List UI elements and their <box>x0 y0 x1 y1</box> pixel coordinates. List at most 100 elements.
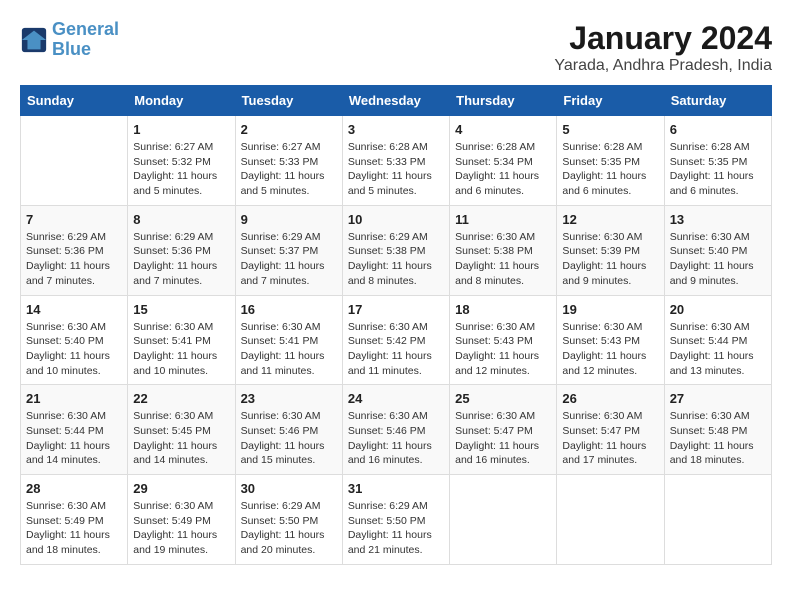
calendar-cell: 28 Sunrise: 6:30 AM Sunset: 5:49 PM Dayli… <box>21 475 128 565</box>
day-number: 27 <box>670 391 766 406</box>
day-number: 5 <box>562 122 658 137</box>
day-info: Sunrise: 6:28 AM Sunset: 5:35 PM Dayligh… <box>562 140 658 199</box>
day-info: Sunrise: 6:30 AM Sunset: 5:40 PM Dayligh… <box>26 320 122 379</box>
day-info: Sunrise: 6:30 AM Sunset: 5:46 PM Dayligh… <box>348 409 444 468</box>
calendar-cell: 21 Sunrise: 6:30 AM Sunset: 5:44 PM Dayli… <box>21 385 128 475</box>
day-number: 1 <box>133 122 229 137</box>
day-number: 24 <box>348 391 444 406</box>
calendar-cell: 26 Sunrise: 6:30 AM Sunset: 5:47 PM Dayli… <box>557 385 664 475</box>
day-number: 23 <box>241 391 337 406</box>
day-number: 31 <box>348 481 444 496</box>
day-number: 7 <box>26 212 122 227</box>
calendar-cell <box>664 475 771 565</box>
day-number: 22 <box>133 391 229 406</box>
day-number: 3 <box>348 122 444 137</box>
day-info: Sunrise: 6:27 AM Sunset: 5:33 PM Dayligh… <box>241 140 337 199</box>
calendar-cell <box>450 475 557 565</box>
day-info: Sunrise: 6:30 AM Sunset: 5:44 PM Dayligh… <box>670 320 766 379</box>
weekday-header-friday: Friday <box>557 86 664 116</box>
day-info: Sunrise: 6:30 AM Sunset: 5:45 PM Dayligh… <box>133 409 229 468</box>
day-number: 12 <box>562 212 658 227</box>
day-number: 2 <box>241 122 337 137</box>
day-number: 26 <box>562 391 658 406</box>
calendar-cell: 12 Sunrise: 6:30 AM Sunset: 5:39 PM Dayli… <box>557 205 664 295</box>
calendar-cell: 22 Sunrise: 6:30 AM Sunset: 5:45 PM Dayli… <box>128 385 235 475</box>
calendar-week-row: 28 Sunrise: 6:30 AM Sunset: 5:49 PM Dayli… <box>21 475 772 565</box>
weekday-header-saturday: Saturday <box>664 86 771 116</box>
day-info: Sunrise: 6:30 AM Sunset: 5:46 PM Dayligh… <box>241 409 337 468</box>
day-number: 21 <box>26 391 122 406</box>
calendar-cell: 23 Sunrise: 6:30 AM Sunset: 5:46 PM Dayli… <box>235 385 342 475</box>
calendar-cell: 16Sunrise: 6:30 AM Sunset: 5:41 PM Dayli… <box>235 295 342 385</box>
day-info: Sunrise: 6:29 AM Sunset: 5:38 PM Dayligh… <box>348 230 444 289</box>
day-info: Sunrise: 6:30 AM Sunset: 5:44 PM Dayligh… <box>26 409 122 468</box>
calendar-cell <box>21 116 128 206</box>
weekday-header-sunday: Sunday <box>21 86 128 116</box>
calendar-cell: 3Sunrise: 6:28 AM Sunset: 5:33 PM Daylig… <box>342 116 449 206</box>
day-info: Sunrise: 6:27 AM Sunset: 5:32 PM Dayligh… <box>133 140 229 199</box>
day-number: 28 <box>26 481 122 496</box>
day-info: Sunrise: 6:30 AM Sunset: 5:48 PM Dayligh… <box>670 409 766 468</box>
calendar-cell: 18Sunrise: 6:30 AM Sunset: 5:43 PM Dayli… <box>450 295 557 385</box>
day-info: Sunrise: 6:29 AM Sunset: 5:36 PM Dayligh… <box>26 230 122 289</box>
day-number: 11 <box>455 212 551 227</box>
day-info: Sunrise: 6:30 AM Sunset: 5:43 PM Dayligh… <box>562 320 658 379</box>
calendar-cell: 8Sunrise: 6:29 AM Sunset: 5:36 PM Daylig… <box>128 205 235 295</box>
title-block: January 2024 Yarada, Andhra Pradesh, Ind… <box>554 20 772 75</box>
calendar-cell: 25Sunrise: 6:30 AM Sunset: 5:47 PM Dayli… <box>450 385 557 475</box>
calendar-header-row: SundayMondayTuesdayWednesdayThursdayFrid… <box>21 86 772 116</box>
calendar-week-row: 14 Sunrise: 6:30 AM Sunset: 5:40 PM Dayli… <box>21 295 772 385</box>
calendar-week-row: 7 Sunrise: 6:29 AM Sunset: 5:36 PM Daylig… <box>21 205 772 295</box>
day-number: 17 <box>348 302 444 317</box>
day-info: Sunrise: 6:29 AM Sunset: 5:36 PM Dayligh… <box>133 230 229 289</box>
day-number: 15 <box>133 302 229 317</box>
day-number: 14 <box>26 302 122 317</box>
day-number: 4 <box>455 122 551 137</box>
day-info: Sunrise: 6:30 AM Sunset: 5:47 PM Dayligh… <box>562 409 658 468</box>
calendar-cell: 29 Sunrise: 6:30 AM Sunset: 5:49 PM Dayli… <box>128 475 235 565</box>
day-info: Sunrise: 6:28 AM Sunset: 5:35 PM Dayligh… <box>670 140 766 199</box>
day-info: Sunrise: 6:28 AM Sunset: 5:34 PM Dayligh… <box>455 140 551 199</box>
day-info: Sunrise: 6:30 AM Sunset: 5:42 PM Dayligh… <box>348 320 444 379</box>
weekday-header-wednesday: Wednesday <box>342 86 449 116</box>
day-number: 20 <box>670 302 766 317</box>
calendar-title: January 2024 <box>554 20 772 57</box>
calendar-cell: 9Sunrise: 6:29 AM Sunset: 5:37 PM Daylig… <box>235 205 342 295</box>
day-info: Sunrise: 6:29 AM Sunset: 5:37 PM Dayligh… <box>241 230 337 289</box>
calendar-cell: 7 Sunrise: 6:29 AM Sunset: 5:36 PM Daylig… <box>21 205 128 295</box>
day-info: Sunrise: 6:30 AM Sunset: 5:49 PM Dayligh… <box>26 499 122 558</box>
day-info: Sunrise: 6:29 AM Sunset: 5:50 PM Dayligh… <box>348 499 444 558</box>
day-number: 29 <box>133 481 229 496</box>
day-number: 10 <box>348 212 444 227</box>
day-number: 13 <box>670 212 766 227</box>
calendar-cell: 19Sunrise: 6:30 AM Sunset: 5:43 PM Dayli… <box>557 295 664 385</box>
calendar-cell: 20 Sunrise: 6:30 AM Sunset: 5:44 PM Dayli… <box>664 295 771 385</box>
weekday-header-monday: Monday <box>128 86 235 116</box>
day-number: 30 <box>241 481 337 496</box>
day-number: 6 <box>670 122 766 137</box>
calendar-table: SundayMondayTuesdayWednesdayThursdayFrid… <box>20 85 772 565</box>
day-info: Sunrise: 6:30 AM Sunset: 5:40 PM Dayligh… <box>670 230 766 289</box>
calendar-cell: 14 Sunrise: 6:30 AM Sunset: 5:40 PM Dayli… <box>21 295 128 385</box>
day-info: Sunrise: 6:30 AM Sunset: 5:49 PM Dayligh… <box>133 499 229 558</box>
day-info: Sunrise: 6:30 AM Sunset: 5:39 PM Dayligh… <box>562 230 658 289</box>
calendar-cell <box>557 475 664 565</box>
calendar-cell: 1 Sunrise: 6:27 AM Sunset: 5:32 PM Daylig… <box>128 116 235 206</box>
logo-icon <box>20 26 48 54</box>
day-info: Sunrise: 6:29 AM Sunset: 5:50 PM Dayligh… <box>241 499 337 558</box>
calendar-cell: 31 Sunrise: 6:29 AM Sunset: 5:50 PM Dayli… <box>342 475 449 565</box>
logo: General Blue <box>20 20 119 60</box>
day-number: 25 <box>455 391 551 406</box>
calendar-cell: 2 Sunrise: 6:27 AM Sunset: 5:33 PM Daylig… <box>235 116 342 206</box>
page-header: General Blue January 2024 Yarada, Andhra… <box>20 20 772 75</box>
calendar-subtitle: Yarada, Andhra Pradesh, India <box>554 57 772 75</box>
calendar-cell: 30 Sunrise: 6:29 AM Sunset: 5:50 PM Dayli… <box>235 475 342 565</box>
calendar-cell: 13 Sunrise: 6:30 AM Sunset: 5:40 PM Dayli… <box>664 205 771 295</box>
day-info: Sunrise: 6:30 AM Sunset: 5:38 PM Dayligh… <box>455 230 551 289</box>
calendar-cell: 5 Sunrise: 6:28 AM Sunset: 5:35 PM Daylig… <box>557 116 664 206</box>
calendar-week-row: 1 Sunrise: 6:27 AM Sunset: 5:32 PM Daylig… <box>21 116 772 206</box>
calendar-week-row: 21 Sunrise: 6:30 AM Sunset: 5:44 PM Dayli… <box>21 385 772 475</box>
calendar-cell: 11 Sunrise: 6:30 AM Sunset: 5:38 PM Dayli… <box>450 205 557 295</box>
logo-text: General Blue <box>52 20 119 60</box>
weekday-header-tuesday: Tuesday <box>235 86 342 116</box>
